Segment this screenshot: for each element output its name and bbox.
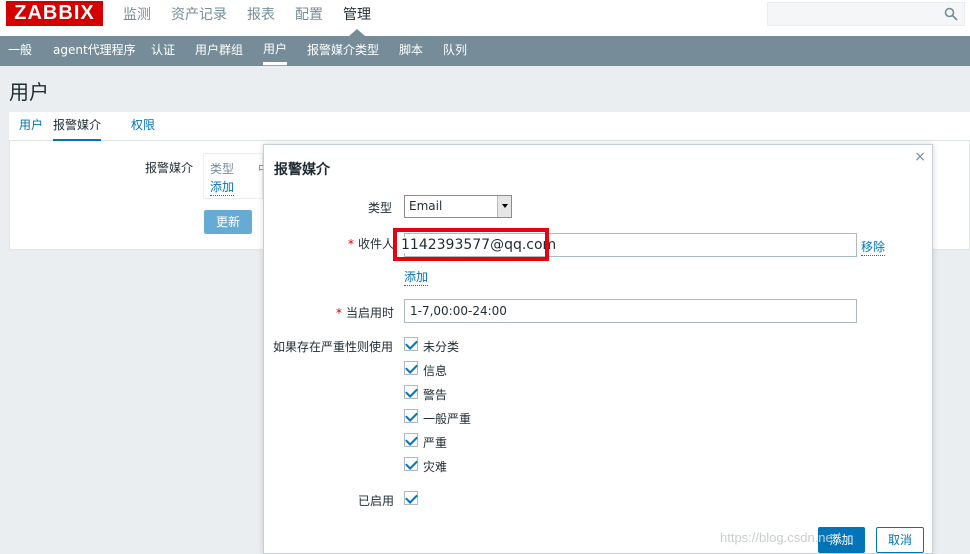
submenu-users-label: 用户: [263, 36, 288, 65]
period-label-text: 当启用时: [346, 306, 395, 320]
zabbix-logo[interactable]: ZABBIX: [6, 1, 103, 26]
severity-checkbox-disaster[interactable]: [404, 457, 418, 471]
submenu-authentication[interactable]: 认证: [151, 36, 175, 66]
top-header: ZABBIX 监测 资产记录 报表 配置 管理: [0, 0, 970, 36]
dialog-title: 报警媒介: [274, 162, 330, 178]
add-recipient-link[interactable]: 添加: [404, 268, 429, 286]
severity-label-information: 信息: [423, 364, 448, 378]
tab-permissions[interactable]: 权限: [131, 116, 155, 133]
chevron-down-icon: [497, 196, 511, 217]
enabled-label: 已启用: [358, 494, 395, 508]
red-highlight-box: [393, 228, 549, 261]
severity-label: 如果存在严重性则使用: [273, 340, 394, 354]
required-asterisk: *: [336, 306, 342, 320]
severity-label-not-classified: 未分类: [423, 340, 460, 354]
close-icon[interactable]: ×: [914, 149, 926, 165]
menu-configuration[interactable]: 配置: [285, 0, 333, 36]
tab-bar: 用户 报警媒介 权限: [9, 112, 970, 141]
menu-monitoring[interactable]: 监测: [113, 0, 161, 36]
media-table: 类型 中 添加: [203, 153, 270, 199]
search-icon[interactable]: [944, 7, 958, 21]
severity-label-average: 一般严重: [423, 412, 472, 426]
submenu-general[interactable]: 一般: [8, 36, 32, 66]
remove-link[interactable]: 移除: [861, 238, 886, 256]
severity-checkbox-high[interactable]: [404, 433, 418, 447]
severity-label-warning: 警告: [423, 388, 448, 402]
severity-label-high: 严重: [423, 436, 448, 450]
menu-inventory[interactable]: 资产记录: [161, 0, 237, 36]
submenu-scripts[interactable]: 脚本: [399, 36, 423, 66]
tab-media[interactable]: 报警媒介: [53, 116, 101, 142]
type-label: 类型: [368, 201, 393, 215]
menu-administration[interactable]: 管理: [333, 0, 381, 36]
media-add-link[interactable]: 添加: [210, 178, 235, 196]
recipient-label: * 收件人: [348, 235, 394, 252]
recipient-label-text: 收件人: [358, 237, 395, 251]
period-label: * 当启用时: [336, 304, 394, 321]
search-input[interactable]: [767, 2, 965, 26]
submenu-users[interactable]: 用户: [263, 36, 288, 66]
submenu-user-groups[interactable]: 用户群组: [195, 36, 243, 66]
media-dialog: 报警媒介 × 类型 Email * 收件人 1142393577@qq.com 移…: [263, 144, 933, 554]
type-select[interactable]: Email: [404, 195, 512, 218]
type-select-value: Email: [409, 199, 443, 213]
enabled-checkbox[interactable]: [404, 491, 418, 505]
media-col-type: 类型: [210, 162, 235, 176]
submenu-queue[interactable]: 队列: [443, 36, 467, 66]
media-label: 报警媒介: [145, 161, 194, 175]
severity-checkbox-not-classified[interactable]: [404, 337, 418, 351]
submenu-proxies[interactable]: agent代理程序: [53, 36, 136, 66]
severity-checkbox-information[interactable]: [404, 361, 418, 375]
cancel-button[interactable]: 取消: [876, 527, 924, 553]
tab-user[interactable]: 用户: [19, 116, 43, 133]
required-asterisk: *: [348, 237, 354, 251]
main-menu: 监测 资产记录 报表 配置 管理: [113, 0, 381, 36]
severity-checkbox-average[interactable]: [404, 409, 418, 423]
menu-reports[interactable]: 报表: [237, 0, 285, 36]
severity-checkbox-warning[interactable]: [404, 385, 418, 399]
sub-menu: 一般 agent代理程序 认证 用户群组 用户 报警媒介类型 脚本 队列: [0, 36, 970, 66]
page-title: 用户: [9, 80, 49, 104]
period-input[interactable]: 1-7,00:00-24:00: [404, 299, 857, 323]
watermark: https://blog.csdn.net/...: [720, 530, 851, 545]
severity-label-disaster: 灾难: [423, 460, 448, 474]
submenu-media-types[interactable]: 报警媒介类型: [307, 36, 379, 66]
update-button[interactable]: 更新: [204, 210, 252, 234]
